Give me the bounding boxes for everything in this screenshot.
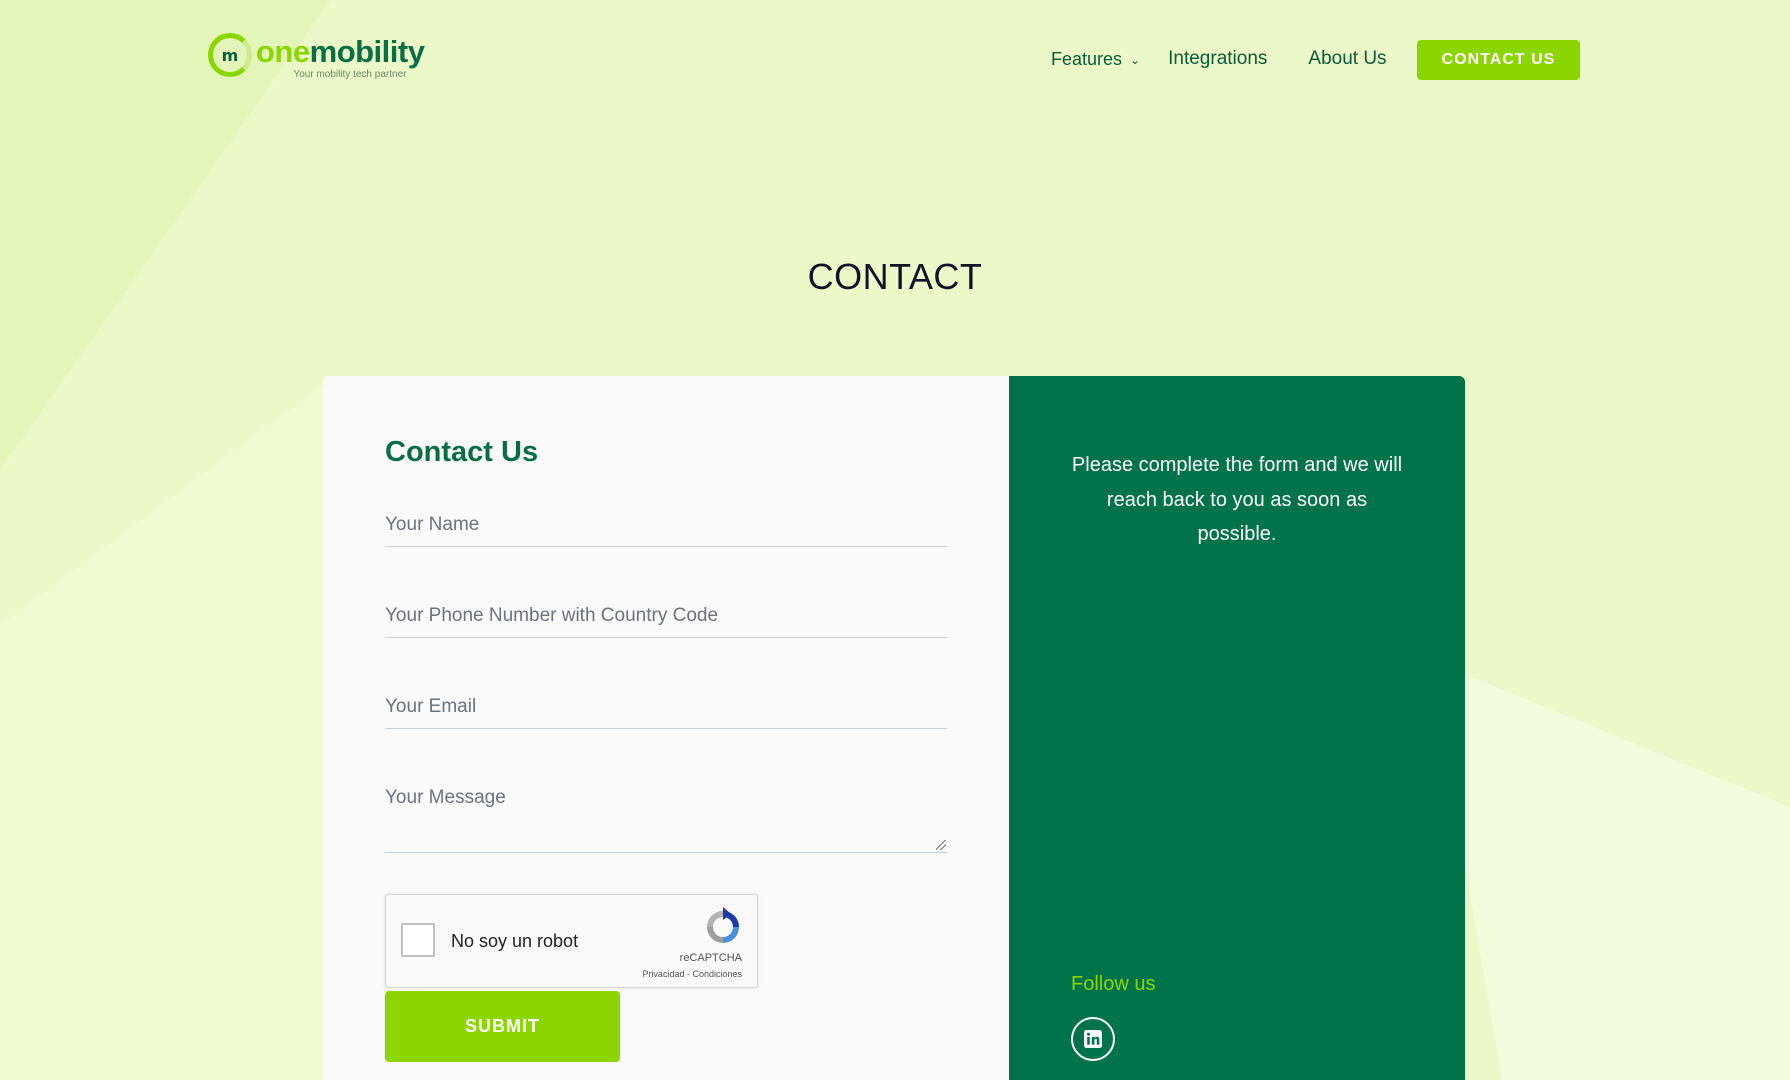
page-title: CONTACT [807, 256, 983, 297]
recaptcha-brand: reCAPTCHA [679, 952, 742, 964]
email-input[interactable] [385, 692, 947, 728]
submit-button[interactable]: SUBMIT [385, 991, 620, 1062]
chevron-down-icon: ⌄ [1130, 53, 1141, 67]
recaptcha-widget: No soy un robot reCAPTCHA Privacidad - C… [385, 894, 758, 988]
name-field-wrapper [385, 510, 947, 547]
nav-about-us[interactable]: About Us [1308, 48, 1386, 70]
name-input[interactable] [385, 510, 947, 546]
contact-form-panel: Contact Us No soy un robot reCAPTCHA [323, 376, 1009, 1080]
recaptcha-checkbox[interactable] [401, 923, 435, 957]
linkedin-icon [1084, 1030, 1102, 1048]
recaptcha-label: No soy un robot [451, 931, 579, 951]
contact-card: Contact Us No soy un robot reCAPTCHA [323, 376, 1465, 1080]
follow-us-label: Follow us [1071, 973, 1156, 995]
background-shape [0, 380, 330, 1080]
form-title: Contact Us [385, 436, 539, 468]
message-textarea[interactable] [385, 783, 947, 849]
phone-field-wrapper [385, 601, 947, 638]
nav-features-label: Features [1051, 48, 1123, 69]
onemobility-logo[interactable]: m onemobility Your mobility tech partner [208, 33, 425, 80]
site-header: m onemobility Your mobility tech partner… [0, 0, 1790, 120]
recaptcha-links[interactable]: Privacidad - Condiciones [642, 969, 742, 979]
logo-mark-icon: m [208, 33, 252, 77]
linkedin-link[interactable] [1071, 1017, 1115, 1061]
logo-wordmark: onemobility [256, 33, 425, 71]
logo-tagline: Your mobility tech partner [293, 69, 407, 80]
info-panel: Please complete the form and we will rea… [1009, 376, 1465, 1080]
logo-word-mobility: mobility [309, 34, 425, 69]
recaptcha-icon [707, 907, 739, 943]
logo-text: onemobility Your mobility tech partner [256, 33, 425, 80]
logo-word-one: one [256, 34, 310, 69]
background-shape [1430, 660, 1790, 1080]
main-nav: Features ⌄ Integrations About Us CONTACT… [1051, 40, 1580, 80]
nav-integrations[interactable]: Integrations [1168, 48, 1267, 70]
resize-handle-icon[interactable] [936, 840, 946, 850]
logo-mark-letter: m [221, 45, 239, 65]
contact-us-button[interactable]: CONTACT US [1417, 40, 1580, 80]
message-field-wrapper [385, 783, 947, 853]
info-text: Please complete the form and we will rea… [1071, 454, 1403, 545]
email-field-wrapper [385, 692, 947, 729]
nav-features[interactable]: Features ⌄ [1051, 49, 1140, 70]
phone-input[interactable] [385, 601, 947, 637]
